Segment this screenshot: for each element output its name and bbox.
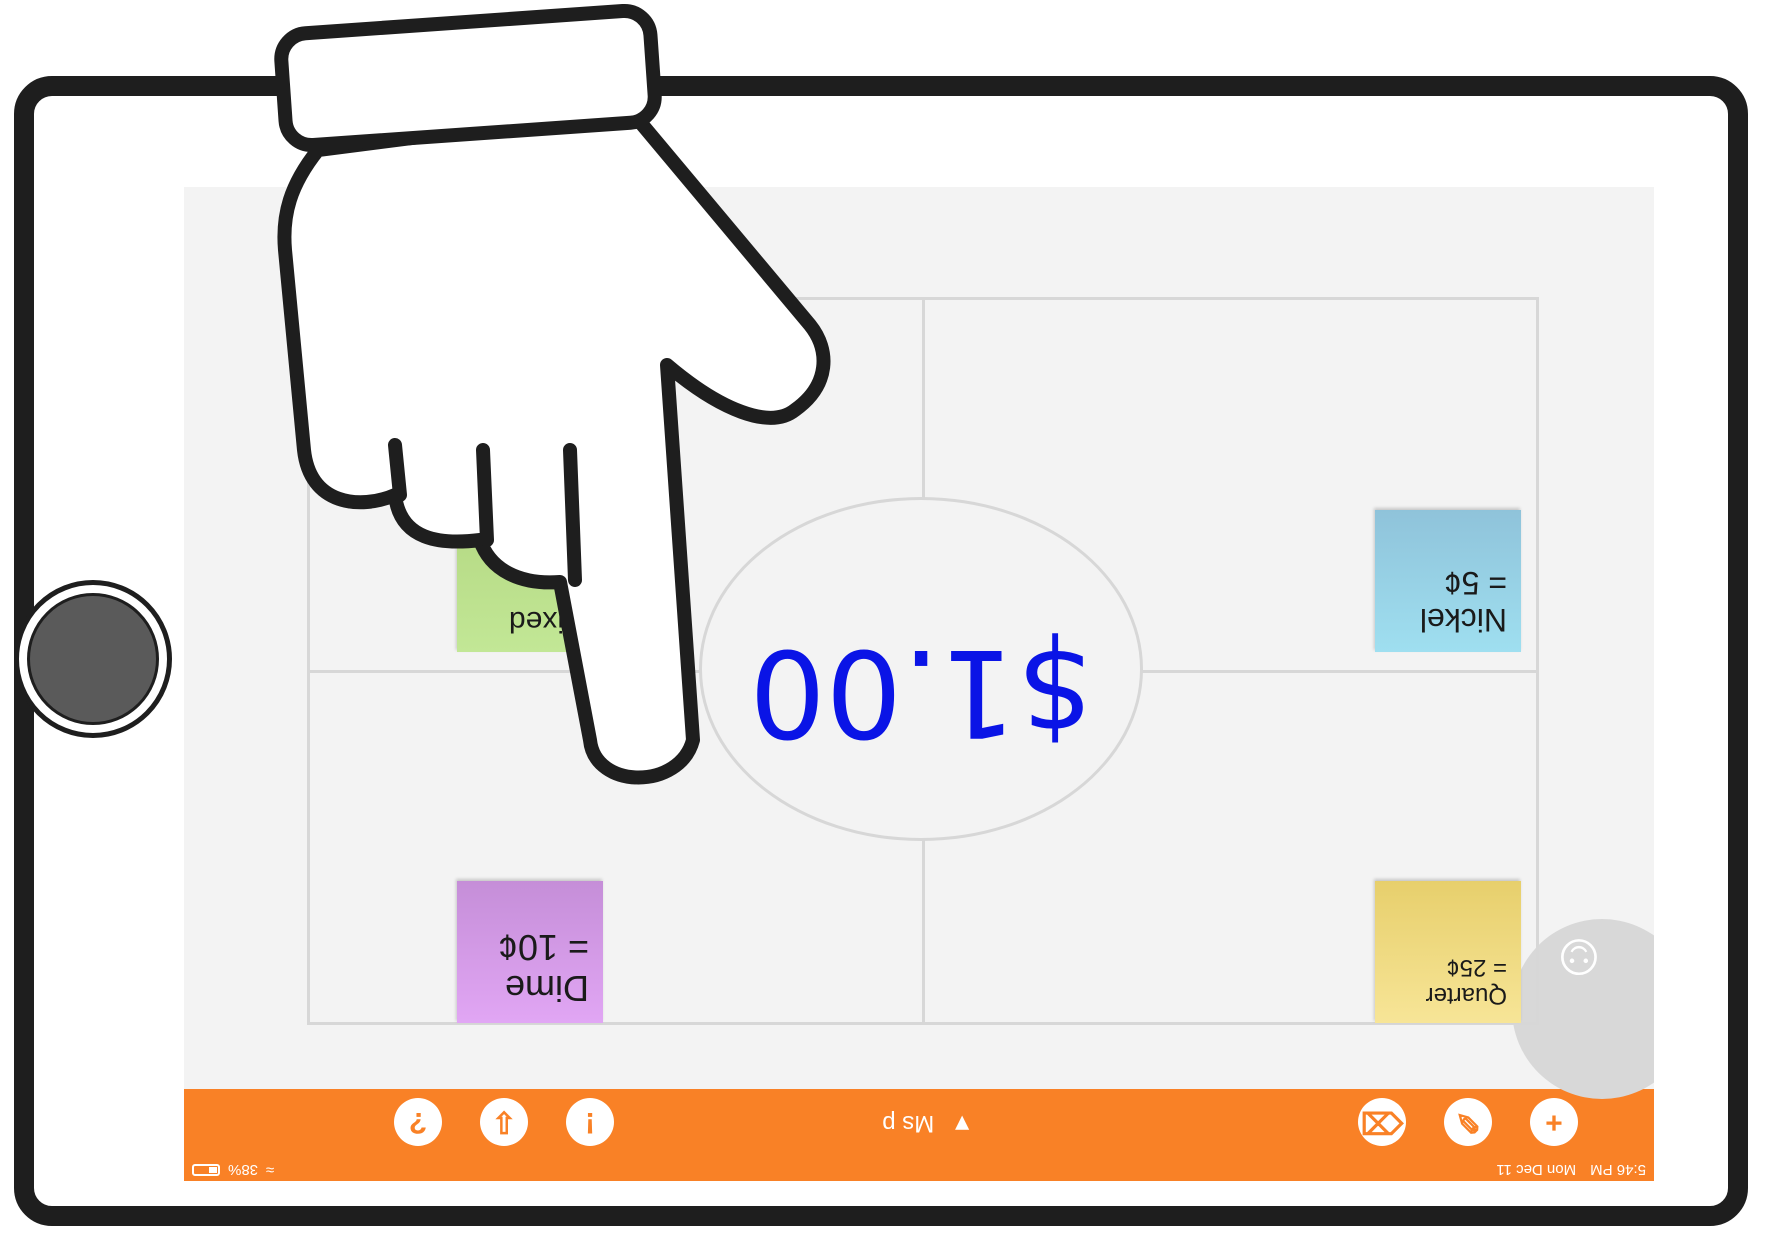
toolbar: + ✎ ⌫ ▼ Ms p ! ⇩ ?	[184, 1089, 1654, 1159]
sticky-title: Quarter	[1425, 982, 1507, 1009]
sticky-note-dime[interactable]: Dime = 10¢	[457, 881, 603, 1023]
export-button[interactable]: ⇩	[480, 1098, 528, 1146]
home-button-face	[27, 593, 159, 725]
home-button[interactable]	[14, 580, 172, 738]
sticky-value: = 10¢	[497, 926, 589, 968]
add-button[interactable]: +	[1530, 1098, 1578, 1146]
help-button[interactable]: ?	[394, 1098, 442, 1146]
sticky-value: = 5¢	[1443, 565, 1507, 602]
help-icon: ?	[408, 1106, 428, 1139]
pencil-button[interactable]: ✎	[1444, 1098, 1492, 1146]
sticky-note-mixed[interactable]: Mixed	[457, 510, 603, 652]
status-date: Mon Dec 11	[1496, 1161, 1577, 1179]
sticky-title: Nickel	[1419, 602, 1507, 638]
alert-icon: !	[585, 1106, 595, 1139]
plus-icon: +	[1545, 1106, 1563, 1139]
export-icon: ⇩	[491, 1105, 517, 1139]
sticky-note-nickel[interactable]: Nickel = 5¢	[1375, 510, 1521, 652]
sticky-value: = 25¢	[1446, 954, 1507, 982]
status-time: 5:46 PM	[1590, 1161, 1646, 1179]
alert-button[interactable]: !	[566, 1098, 614, 1146]
battery-icon	[192, 1164, 220, 1176]
sticky-note-quarter[interactable]: Quarter = 25¢	[1375, 881, 1521, 1023]
sticky-title: Dime	[504, 968, 589, 1009]
illustration: 5:46 PM Mon Dec 11 ≈ 38% + ✎ ⌫ ▼ Ms p ! …	[0, 0, 1768, 1243]
user-menu[interactable]: ▼ Ms p	[882, 1109, 974, 1137]
wifi-icon: ≈	[266, 1161, 275, 1179]
sticky-title: Mixed	[508, 605, 589, 638]
chevron-down-icon: ▼	[950, 1110, 974, 1137]
app-screen: 5:46 PM Mon Dec 11 ≈ 38% + ✎ ⌫ ▼ Ms p ! …	[184, 187, 1654, 1181]
face-icon: ☺	[1548, 927, 1610, 994]
pencil-icon: ✎	[1455, 1105, 1481, 1139]
handwritten-amount: $1.00	[749, 622, 1093, 761]
eraser-button[interactable]: ⌫	[1358, 1098, 1406, 1146]
battery-percent: 38%	[228, 1161, 259, 1179]
eraser-icon: ⌫	[1360, 1105, 1404, 1139]
user-name: Ms p	[882, 1110, 935, 1137]
status-bar: 5:46 PM Mon Dec 11 ≈ 38%	[184, 1159, 1654, 1181]
